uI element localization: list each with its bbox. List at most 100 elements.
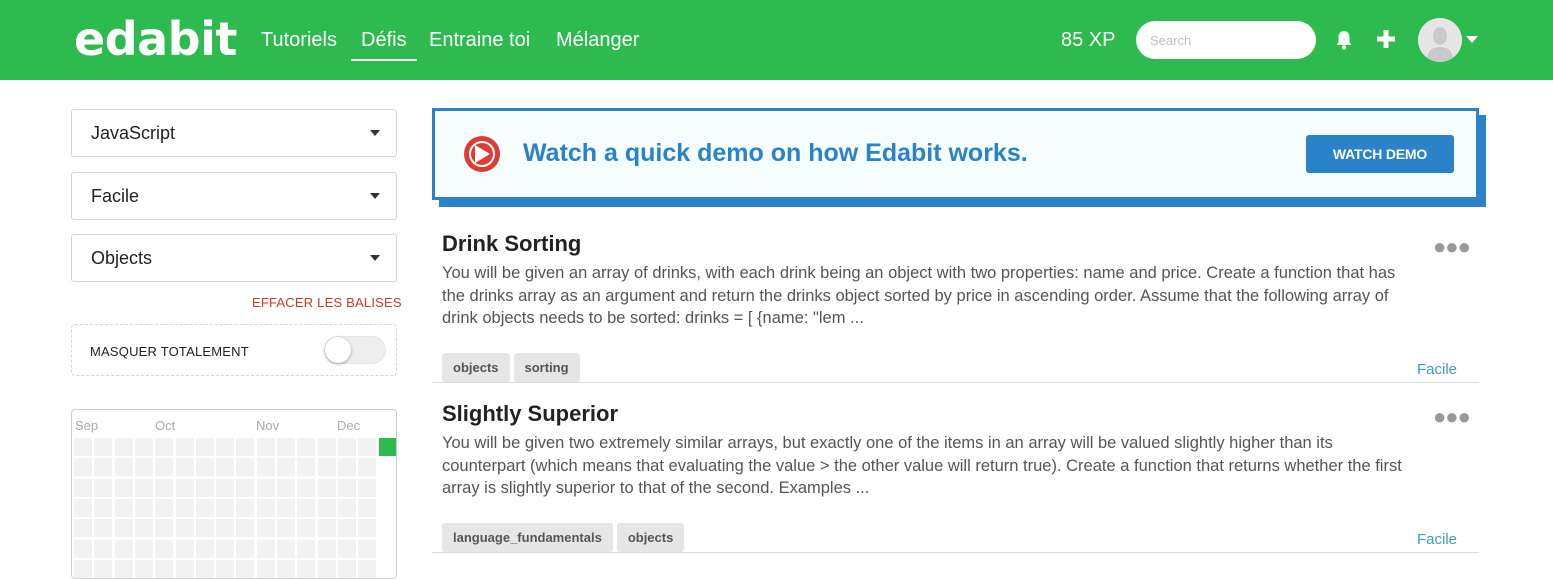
hide-completed-label: MASQUER TOTALEMENT (90, 344, 249, 359)
tag-chip[interactable]: objects (616, 523, 685, 552)
difficulty-select[interactable]: Facile (71, 172, 397, 220)
avatar[interactable] (1418, 18, 1462, 62)
heatmap-cell (317, 559, 336, 578)
tag-chip[interactable]: objects (442, 353, 510, 382)
heatmap-cell (114, 458, 133, 477)
heatmap-cell (358, 498, 377, 517)
language-select[interactable]: JavaScript (71, 109, 397, 157)
heatmap-cell (358, 539, 377, 558)
chevron-down-icon[interactable] (1466, 36, 1478, 43)
challenge-title[interactable]: Slightly Superior (442, 401, 618, 427)
challenge-title[interactable]: Drink Sorting (442, 231, 581, 257)
nav-link-defis[interactable]: Défis (351, 29, 417, 61)
heatmap-cell (94, 498, 113, 517)
chevron-down-icon (370, 255, 380, 261)
heatmap-cell (236, 559, 255, 578)
heatmap-cell (74, 458, 92, 477)
heatmap-month-label: Sep (75, 418, 99, 433)
heatmap-cell (195, 539, 214, 558)
heatmap-cell (94, 478, 113, 497)
toggle-knob (325, 337, 351, 363)
nav-link-entraine-toi[interactable]: Entraine toi (429, 29, 530, 52)
heatmap-cell (358, 478, 377, 497)
heatmap-cell (94, 539, 113, 558)
heatmap-cell (277, 498, 295, 517)
heatmap-cell (134, 458, 153, 477)
search-input[interactable] (1136, 21, 1316, 59)
heatmap-cell (175, 498, 194, 517)
heatmap-cell (256, 539, 275, 558)
heatmap-cell (337, 438, 356, 456)
heatmap-cell (155, 559, 174, 578)
heatmap-month-label: Dec (337, 418, 361, 433)
demo-banner-text: Watch a quick demo on how Edabit works. (523, 139, 1028, 167)
heatmap-cell (216, 498, 235, 517)
tag-chip[interactable]: language_fundamentals (442, 523, 613, 552)
challenge-card[interactable]: Slightly Superior ●●● You will be given … (432, 401, 1479, 553)
heatmap-cell (277, 478, 295, 497)
plus-icon[interactable] (1376, 29, 1396, 49)
heatmap-cell (317, 458, 336, 477)
nav-link-melanger[interactable]: Mélanger (556, 29, 639, 52)
heatmap-cell (236, 498, 255, 517)
clear-tags-link[interactable]: EFFACER LES BALISES (252, 295, 402, 310)
difficulty-label: Facile (1417, 531, 1458, 548)
heatmap-cell (256, 458, 275, 477)
nav-link-tutoriels[interactable]: Tutoriels (261, 29, 337, 52)
heatmap-cell (74, 498, 92, 517)
heatmap-cell (114, 519, 133, 538)
heatmap-cell (337, 498, 356, 517)
heatmap-cell (256, 478, 275, 497)
heatmap-cell (317, 498, 336, 517)
more-options-icon[interactable]: ●●● (1433, 234, 1471, 260)
heatmap-cell (155, 458, 174, 477)
heatmap-cell (74, 539, 92, 558)
heatmap-cell (134, 539, 153, 558)
heatmap-cell (337, 539, 356, 558)
play-icon[interactable] (464, 136, 500, 172)
heatmap-cell (297, 458, 316, 477)
heatmap-cell (297, 559, 316, 578)
heatmap-cell (277, 438, 295, 456)
heatmap-cell (337, 458, 356, 477)
heatmap-cell (297, 519, 316, 538)
heatmap-cell (74, 438, 92, 456)
hide-completed-toggle[interactable] (324, 336, 386, 364)
heatmap-cell (277, 519, 295, 538)
heatmap-cell (297, 539, 316, 558)
heatmap-cell (195, 458, 214, 477)
heatmap-cell (175, 438, 194, 456)
heatmap-cell (175, 559, 194, 578)
challenge-description: You will be given two extremely similar … (442, 434, 1402, 497)
tag-chip[interactable]: sorting (513, 353, 580, 382)
heatmap-cell (114, 478, 133, 497)
heatmap-cell (236, 458, 255, 477)
heatmap-cell (358, 519, 377, 538)
heatmap-cell (317, 539, 336, 558)
challenge-tags: language_fundamentals objects (442, 523, 685, 552)
heatmap-cell (216, 438, 235, 456)
heatmap-cell (216, 478, 235, 497)
heatmap-cell (195, 559, 214, 578)
heatmap-cell (114, 539, 133, 558)
heatmap-cell (155, 438, 174, 456)
challenge-tags: objects sorting (442, 353, 580, 382)
bell-icon[interactable] (1333, 29, 1355, 51)
heatmap-month-label: Oct (155, 418, 176, 433)
heatmap-cell (337, 519, 356, 538)
watch-demo-button[interactable]: WATCH DEMO (1306, 135, 1454, 173)
tag-select[interactable]: Objects (71, 234, 397, 282)
top-navbar: edabit Tutoriels Défis Entraine toi Méla… (0, 0, 1553, 80)
heatmap-cell (337, 559, 356, 578)
heatmap-cell (134, 559, 153, 578)
heatmap-cell (317, 478, 336, 497)
more-options-icon[interactable]: ●●● (1433, 404, 1471, 430)
heatmap-cell (195, 438, 214, 456)
tag-select-value: Objects (91, 248, 153, 268)
heatmap-cell (277, 458, 295, 477)
heatmap-cell (74, 478, 92, 497)
logo[interactable]: edabit (74, 12, 237, 66)
heatmap-cell (114, 559, 133, 578)
heatmap-cell (277, 559, 295, 578)
challenge-card[interactable]: Drink Sorting ●●● You will be given an a… (432, 231, 1479, 383)
